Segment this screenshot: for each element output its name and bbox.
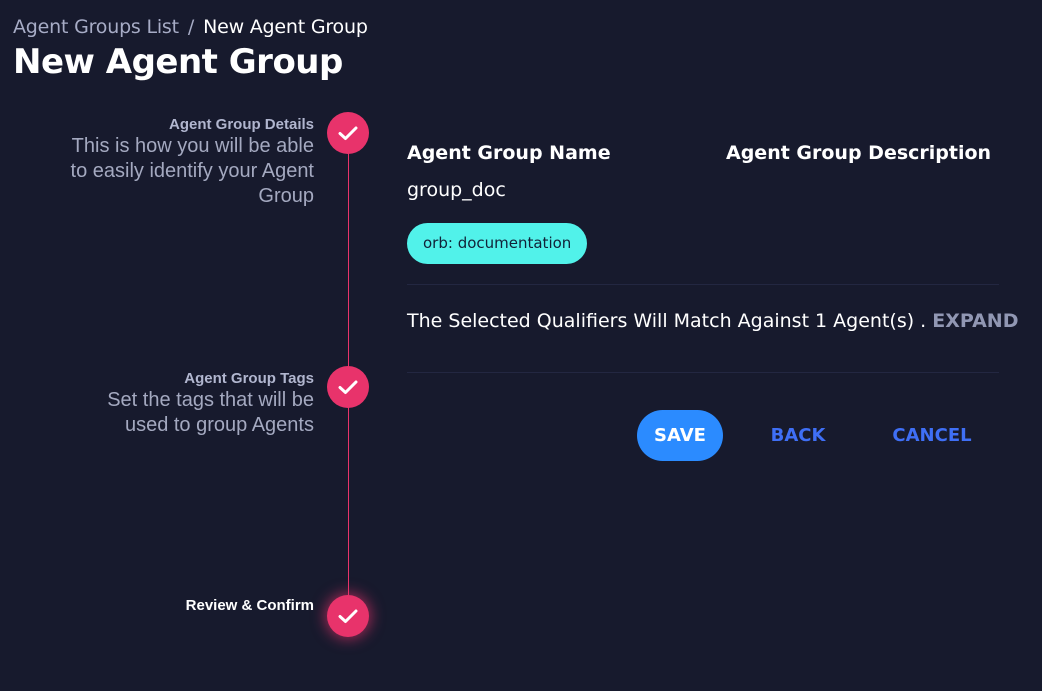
expand-link[interactable]: EXPAND xyxy=(932,310,1018,332)
check-icon xyxy=(338,609,358,623)
breadcrumb-current: New Agent Group xyxy=(203,16,368,38)
qualifier-summary: The Selected Qualifiers Will Match Again… xyxy=(407,310,927,332)
divider xyxy=(407,284,999,285)
step-2-indicator[interactable] xyxy=(327,366,369,408)
save-button[interactable]: SAVE xyxy=(637,410,723,461)
step-description-line: Set the tags that will be xyxy=(107,389,314,411)
step-description-line: This is how you will be able xyxy=(71,135,314,157)
step-description: Set the tags that will be used to group … xyxy=(107,388,314,438)
breadcrumb: Agent Groups List / New Agent Group xyxy=(13,15,368,39)
step-title: Review & Confirm xyxy=(185,597,314,614)
step-title: Agent Group Details xyxy=(168,116,314,133)
tag-chip: orb: documentation xyxy=(407,223,588,264)
step-title: Agent Group Tags xyxy=(184,370,314,387)
step-agent-group-details: Agent Group Details This is how you will… xyxy=(71,116,314,209)
step-description-line: to easily identify your Agent xyxy=(70,160,314,182)
step-1-indicator[interactable] xyxy=(327,112,369,154)
check-icon xyxy=(338,380,358,394)
step-review-confirm: Review & Confirm xyxy=(186,597,314,615)
qualifier-match-text: The Selected Qualifiers Will Match Again… xyxy=(407,309,1018,333)
breadcrumb-agent-groups-list[interactable]: Agent Groups List xyxy=(13,16,179,38)
breadcrumb-separator: / xyxy=(187,16,195,38)
divider xyxy=(407,372,999,373)
agent-group-description-label: Agent Group Description xyxy=(726,142,992,164)
step-agent-group-tags: Agent Group Tags Set the tags that will … xyxy=(107,370,314,438)
new-agent-group-page: Agent Groups List / New Agent Group New Ag… xyxy=(0,0,1042,691)
agent-group-name-value: group_doc xyxy=(407,179,506,201)
agent-group-name-label: Agent Group Name xyxy=(407,142,611,164)
step-3-indicator[interactable] xyxy=(327,595,369,637)
step-description-line: used to group Agents xyxy=(124,414,314,436)
cancel-button[interactable]: CANCEL xyxy=(886,410,978,461)
step-description: This is how you will be able to easily i… xyxy=(71,134,314,209)
back-button[interactable]: BACK xyxy=(763,410,833,461)
page-title: New Agent Group xyxy=(13,42,343,82)
step-description-line: Group xyxy=(258,185,314,207)
check-icon xyxy=(338,126,358,140)
